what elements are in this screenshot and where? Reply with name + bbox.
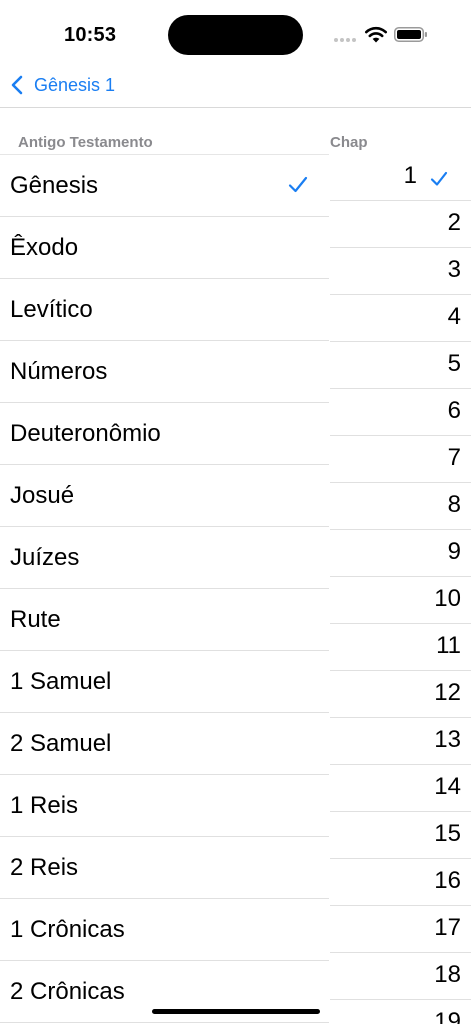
status-bar: 10:53 bbox=[0, 0, 471, 64]
book-row[interactable]: 1 Crônicas bbox=[0, 899, 329, 961]
chapter-number: 5 bbox=[447, 350, 461, 377]
chapter-number: 11 bbox=[436, 632, 461, 659]
chapter-number: 16 bbox=[434, 867, 461, 894]
chevron-left-icon bbox=[11, 75, 23, 95]
book-label: 1 Crônicas bbox=[10, 915, 125, 943]
cellular-signal-icon bbox=[334, 38, 358, 44]
chapter-number: 7 bbox=[447, 444, 461, 471]
book-label: Josué bbox=[10, 481, 75, 509]
chapter-row[interactable]: 14 bbox=[330, 765, 471, 812]
battery-icon bbox=[394, 27, 427, 42]
chapter-number: 12 bbox=[434, 679, 461, 706]
chapter-row[interactable]: 1 bbox=[330, 154, 471, 201]
book-row[interactable]: Gênesis bbox=[0, 155, 329, 217]
chapter-number: 3 bbox=[447, 256, 461, 283]
chapter-row[interactable]: 19 bbox=[330, 1000, 471, 1024]
book-row[interactable]: 2 Reis bbox=[0, 837, 329, 899]
book-label: Juízes bbox=[10, 543, 80, 571]
chapter-row[interactable]: 10 bbox=[330, 577, 471, 624]
chapter-number: 4 bbox=[447, 303, 461, 330]
chapter-row[interactable]: 9 bbox=[330, 530, 471, 577]
book-label: 1 Samuel bbox=[10, 667, 112, 695]
chapter-number: 8 bbox=[447, 491, 461, 518]
chapter-row[interactable]: 4 bbox=[330, 295, 471, 342]
chapter-number: 2 bbox=[447, 209, 461, 236]
book-label: 2 Reis bbox=[10, 853, 79, 881]
books-list[interactable]: Gênesis Êxodo Levítico Números Deuteronômio J… bbox=[0, 154, 329, 1024]
chapter-row[interactable]: 13 bbox=[330, 718, 471, 765]
book-row[interactable]: Juízes bbox=[0, 527, 329, 589]
checkmark-icon bbox=[288, 176, 308, 193]
book-row[interactable]: Êxodo bbox=[0, 217, 329, 279]
chapter-row[interactable]: 3 bbox=[330, 248, 471, 295]
book-label: Gênesis bbox=[10, 171, 99, 199]
chapter-row[interactable]: 8 bbox=[330, 483, 471, 530]
chapter-number: 13 bbox=[434, 726, 461, 753]
chapter-row[interactable]: 2 bbox=[330, 201, 471, 248]
chapters-list[interactable]: 1 2 3 4 5 6 7 8 9 10 11 12 13 14 15 16 17 18 19 bbox=[330, 154, 471, 1024]
book-row[interactable]: Números bbox=[0, 341, 329, 403]
books-section-header: Antigo Testamento bbox=[18, 134, 153, 151]
chapter-number: 17 bbox=[434, 914, 461, 941]
book-label: Rute bbox=[10, 605, 61, 633]
chapter-row[interactable]: 6 bbox=[330, 389, 471, 436]
chapter-number: 19 bbox=[434, 1008, 461, 1024]
book-label: 2 Samuel bbox=[10, 729, 112, 757]
book-label: Êxodo bbox=[10, 233, 79, 261]
chapters-section-header: Chap bbox=[330, 134, 368, 151]
chapter-row[interactable]: 17 bbox=[330, 906, 471, 953]
dynamic-island bbox=[168, 15, 303, 55]
chapter-number: 15 bbox=[434, 820, 461, 847]
book-label: Levítico bbox=[10, 295, 93, 323]
chapter-number: 18 bbox=[434, 961, 461, 988]
chapter-row[interactable]: 5 bbox=[330, 342, 471, 389]
book-label: 2 Crônicas bbox=[10, 977, 125, 1005]
book-label: 1 Reis bbox=[10, 791, 79, 819]
book-row[interactable]: Levítico bbox=[0, 279, 329, 341]
book-row[interactable]: 2 Samuel bbox=[0, 713, 329, 775]
book-row[interactable]: 1 Reis bbox=[0, 775, 329, 837]
book-row[interactable]: Rute bbox=[0, 589, 329, 651]
back-button-label: Gênesis 1 bbox=[34, 74, 116, 95]
chapter-row[interactable]: 16 bbox=[330, 859, 471, 906]
wifi-icon bbox=[365, 26, 387, 43]
chapter-number: 1 bbox=[403, 162, 417, 189]
back-button[interactable]: Gênesis 1 bbox=[10, 70, 115, 100]
status-time: 10:53 bbox=[64, 24, 117, 46]
chapter-row[interactable]: 11 bbox=[330, 624, 471, 671]
chapter-number: 10 bbox=[434, 585, 461, 612]
navigation-bar: Gênesis 1 bbox=[0, 64, 471, 108]
book-row[interactable]: 1 Samuel bbox=[0, 651, 329, 713]
chapter-row[interactable]: 18 bbox=[330, 953, 471, 1000]
book-label: Deuteronômio bbox=[10, 419, 161, 447]
book-label: Números bbox=[10, 357, 108, 385]
book-row[interactable]: Josué bbox=[0, 465, 329, 527]
chapter-number: 9 bbox=[447, 538, 461, 565]
chapter-number: 14 bbox=[434, 773, 461, 800]
home-indicator bbox=[152, 1009, 320, 1014]
chapter-row[interactable]: 7 bbox=[330, 436, 471, 483]
chapter-row[interactable]: 12 bbox=[330, 671, 471, 718]
book-row[interactable]: Deuteronômio bbox=[0, 403, 329, 465]
checkmark-icon bbox=[430, 171, 448, 186]
chapter-row[interactable]: 15 bbox=[330, 812, 471, 859]
chapter-number: 6 bbox=[447, 397, 461, 424]
